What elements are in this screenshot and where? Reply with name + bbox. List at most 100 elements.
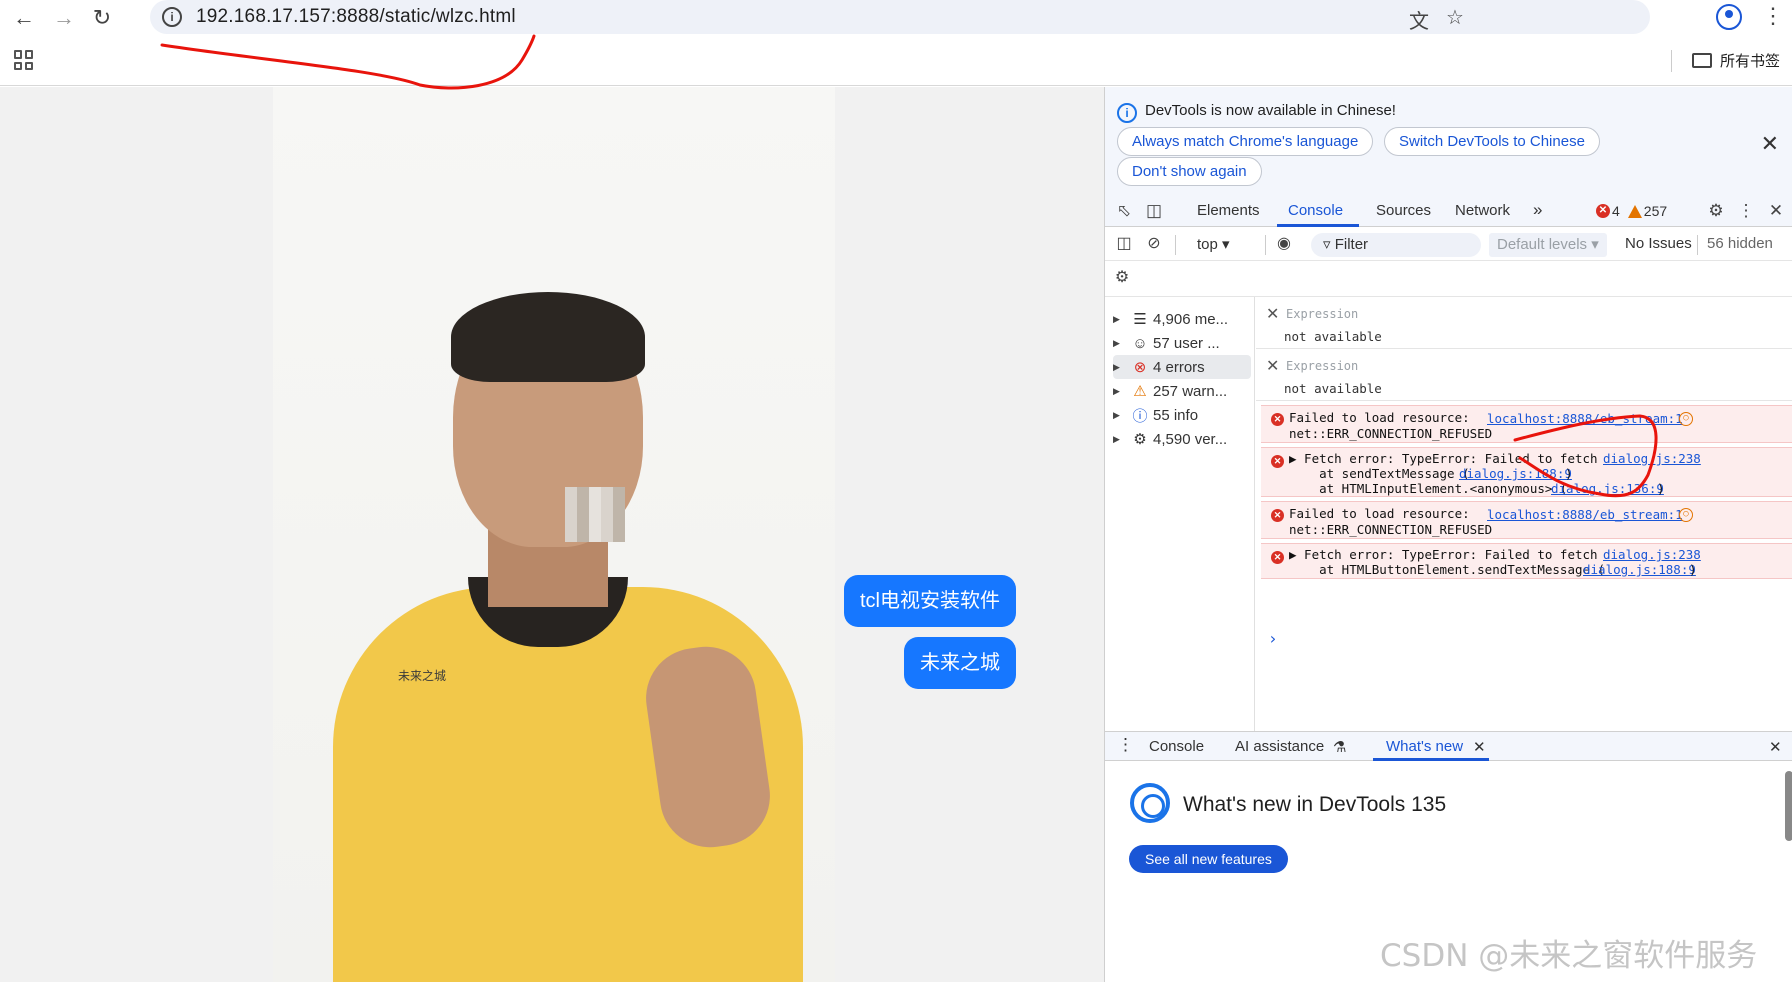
sidebar-item-label: 4,590 ver... <box>1153 430 1228 448</box>
tab-sources[interactable]: Sources <box>1376 202 1431 219</box>
sidebar-item-label: 4,906 me... <box>1153 310 1229 328</box>
drawer-menu-icon[interactable]: ⋮ <box>1117 735 1134 755</box>
devtools-tabbar: ⬁ ◫ Elements Console Sources Network » ✕… <box>1105 197 1792 227</box>
scrollbar[interactable] <box>1785 771 1792 841</box>
chat-bubble-1[interactable]: tcl电视安装软件 <box>844 575 1016 627</box>
video-player[interactable]: 未来之城 <box>273 87 835 982</box>
console-error-message: ✕ Failed to load resource: net::ERR_CONN… <box>1261 405 1792 443</box>
close-devtools-icon[interactable]: ✕ <box>1765 201 1787 223</box>
info-icon: ⓘ <box>1132 407 1148 425</box>
bug-icon: ⚙ <box>1133 431 1147 448</box>
source-link[interactable]: dialog.js:238 <box>1603 451 1701 466</box>
inspect-element-icon[interactable]: ⬁ <box>1113 201 1135 223</box>
close-drawer-icon[interactable]: ✕ <box>1769 738 1782 756</box>
sidebar-item-verbose[interactable]: ▶ ⚙ 4,590 ver... <box>1113 427 1251 451</box>
switch-chinese-button[interactable]: Switch DevTools to Chinese <box>1384 127 1600 156</box>
console-prompt-chevron-icon[interactable]: › <box>1268 629 1278 648</box>
url-text[interactable]: 192.168.17.157:8888/static/wlzc.html <box>196 6 516 28</box>
warning-icon: ⚠ <box>1133 383 1147 400</box>
issues-counter[interactable]: ✕ 4 257 <box>1596 203 1667 219</box>
source-link[interactable]: dialog.js:238 <box>1603 547 1701 562</box>
reload-icon[interactable]: ↻ <box>88 4 116 32</box>
banner-message: DevTools is now available in Chinese! <box>1145 102 1396 119</box>
watermark: CSDN @未来之窗软件服务 <box>1380 938 1758 974</box>
more-tabs-chevron-icon[interactable]: » <box>1533 200 1542 220</box>
sidebar-item-warnings[interactable]: ▶ ⚠ 257 warn... <box>1113 379 1251 403</box>
sidebar-toggle-icon[interactable]: ◫ <box>1113 233 1135 255</box>
folder-icon <box>1692 53 1712 68</box>
remove-expression-icon[interactable]: ✕ <box>1266 356 1279 376</box>
warning-count: 257 <box>1643 203 1668 219</box>
tab-elements[interactable]: Elements <box>1197 202 1260 219</box>
console-filterbar: ◫ ⊘ top ▾ ◉ ▿ Filter Default levels ▾ No… <box>1105 227 1792 261</box>
error-icon: ✕ <box>1271 455 1284 468</box>
live-expression: ✕ Expression not available <box>1256 349 1792 401</box>
network-request-icon[interactable]: ○ <box>1679 508 1693 522</box>
message-line[interactable]: ▶ Fetch error: TypeError: Failed to fetc… <box>1289 451 1598 466</box>
expression-label[interactable]: Expression <box>1286 359 1358 373</box>
expression-value: not available <box>1284 381 1382 396</box>
device-toolbar-icon[interactable]: ◫ <box>1143 201 1165 223</box>
stack-link[interactable]: dialog.js:136:9 <box>1551 481 1664 496</box>
sidebar-item-messages[interactable]: ▶ ☰ 4,906 me... <box>1113 307 1251 331</box>
context-selector[interactable]: top ▾ <box>1197 235 1230 253</box>
all-bookmarks-label: 所有书签 <box>1720 53 1781 70</box>
site-info-icon[interactable]: i <box>162 7 182 27</box>
address-bar[interactable]: i 192.168.17.157:8888/static/wlzc.html 文… <box>150 0 1650 34</box>
back-arrow-icon[interactable]: ← <box>10 4 38 32</box>
live-expression-eye-icon[interactable]: ◉ <box>1273 233 1295 255</box>
see-all-features-button[interactable]: See all new features <box>1129 845 1288 873</box>
devtools-logo-icon <box>1130 783 1170 823</box>
devtools-menu-icon[interactable]: ⋮ <box>1735 201 1757 223</box>
error-icon: ✕ <box>1596 204 1610 218</box>
console-error-message: ✕ ▶ Fetch error: TypeError: Failed to fe… <box>1261 543 1792 579</box>
chat-bubble-2[interactable]: 未来之城 <box>904 637 1016 689</box>
stack-paren: ) <box>1565 466 1573 481</box>
tab-console[interactable]: Console <box>1288 202 1343 219</box>
forward-arrow-icon[interactable]: → <box>50 4 78 32</box>
expand-arrow-icon: ▶ <box>1113 313 1120 324</box>
drawer-tab-console[interactable]: Console <box>1149 738 1204 755</box>
drawer-tab-whats-new[interactable]: What's new <box>1386 738 1463 755</box>
sidebar-item-errors[interactable]: ▶ ⊗ 4 errors <box>1113 355 1251 379</box>
all-bookmarks-folder[interactable]: 所有书签 <box>1692 50 1780 71</box>
remove-expression-icon[interactable]: ✕ <box>1266 304 1279 324</box>
dont-show-again-button[interactable]: Don't show again <box>1117 157 1262 186</box>
source-link[interactable]: localhost:8888/eb_stream:1 <box>1487 411 1683 426</box>
stack-link[interactable]: dialog.js:188:9 <box>1583 562 1696 577</box>
close-icon[interactable]: ✕ <box>1761 131 1779 157</box>
console-settings-row: ⚙ <box>1105 261 1792 297</box>
translate-icon[interactable]: 文 <box>1406 5 1432 33</box>
match-language-button[interactable]: Always match Chrome's language <box>1117 127 1374 156</box>
expand-arrow-icon: ▶ <box>1113 409 1120 420</box>
source-link[interactable]: localhost:8888/eb_stream:1 <box>1487 507 1683 522</box>
bookmark-star-icon[interactable]: ☆ <box>1442 5 1468 29</box>
profile-avatar-icon[interactable] <box>1716 4 1742 30</box>
message-line: net::ERR_CONNECTION_REFUSED <box>1289 426 1493 441</box>
expression-label[interactable]: Expression <box>1286 307 1358 321</box>
error-icon: ✕ <box>1271 509 1284 522</box>
tab-network[interactable]: Network <box>1455 202 1510 219</box>
stack-link[interactable]: dialog.js:188:9 <box>1459 466 1572 481</box>
apps-grid-icon[interactable] <box>14 50 34 70</box>
close-tab-icon[interactable]: ✕ <box>1473 738 1486 756</box>
error-count: 4 <box>1612 203 1620 219</box>
clear-console-icon[interactable]: ⊘ <box>1143 233 1165 255</box>
sidebar-item-info[interactable]: ▶ ⓘ 55 info <box>1113 403 1251 427</box>
sidebar-item-label: 4 errors <box>1153 358 1205 376</box>
separator <box>1265 235 1266 255</box>
error-icon: ⊗ <box>1133 359 1147 376</box>
console-settings-gear-icon[interactable]: ⚙ <box>1111 267 1133 289</box>
chrome-menu-icon[interactable]: ⋮ <box>1762 3 1784 29</box>
log-levels-dropdown[interactable]: Default levels ▾ <box>1489 233 1607 257</box>
message-line[interactable]: ▶ Fetch error: TypeError: Failed to fetc… <box>1289 547 1598 562</box>
sidebar-item-user-messages[interactable]: ▶ ☺ 57 user ... <box>1113 331 1251 355</box>
filter-input[interactable]: ▿ Filter <box>1311 233 1481 257</box>
stack-line: at sendTextMessage ( <box>1289 466 1470 481</box>
no-issues-label[interactable]: No Issues <box>1625 235 1692 252</box>
settings-gear-icon[interactable]: ⚙ <box>1705 201 1727 223</box>
message-line: net::ERR_CONNECTION_REFUSED <box>1289 522 1493 537</box>
devtools-panel: i DevTools is now available in Chinese! … <box>1104 87 1792 982</box>
drawer-tab-ai-assistance[interactable]: AI assistance <box>1235 738 1324 755</box>
network-request-icon[interactable]: ○ <box>1679 412 1693 426</box>
